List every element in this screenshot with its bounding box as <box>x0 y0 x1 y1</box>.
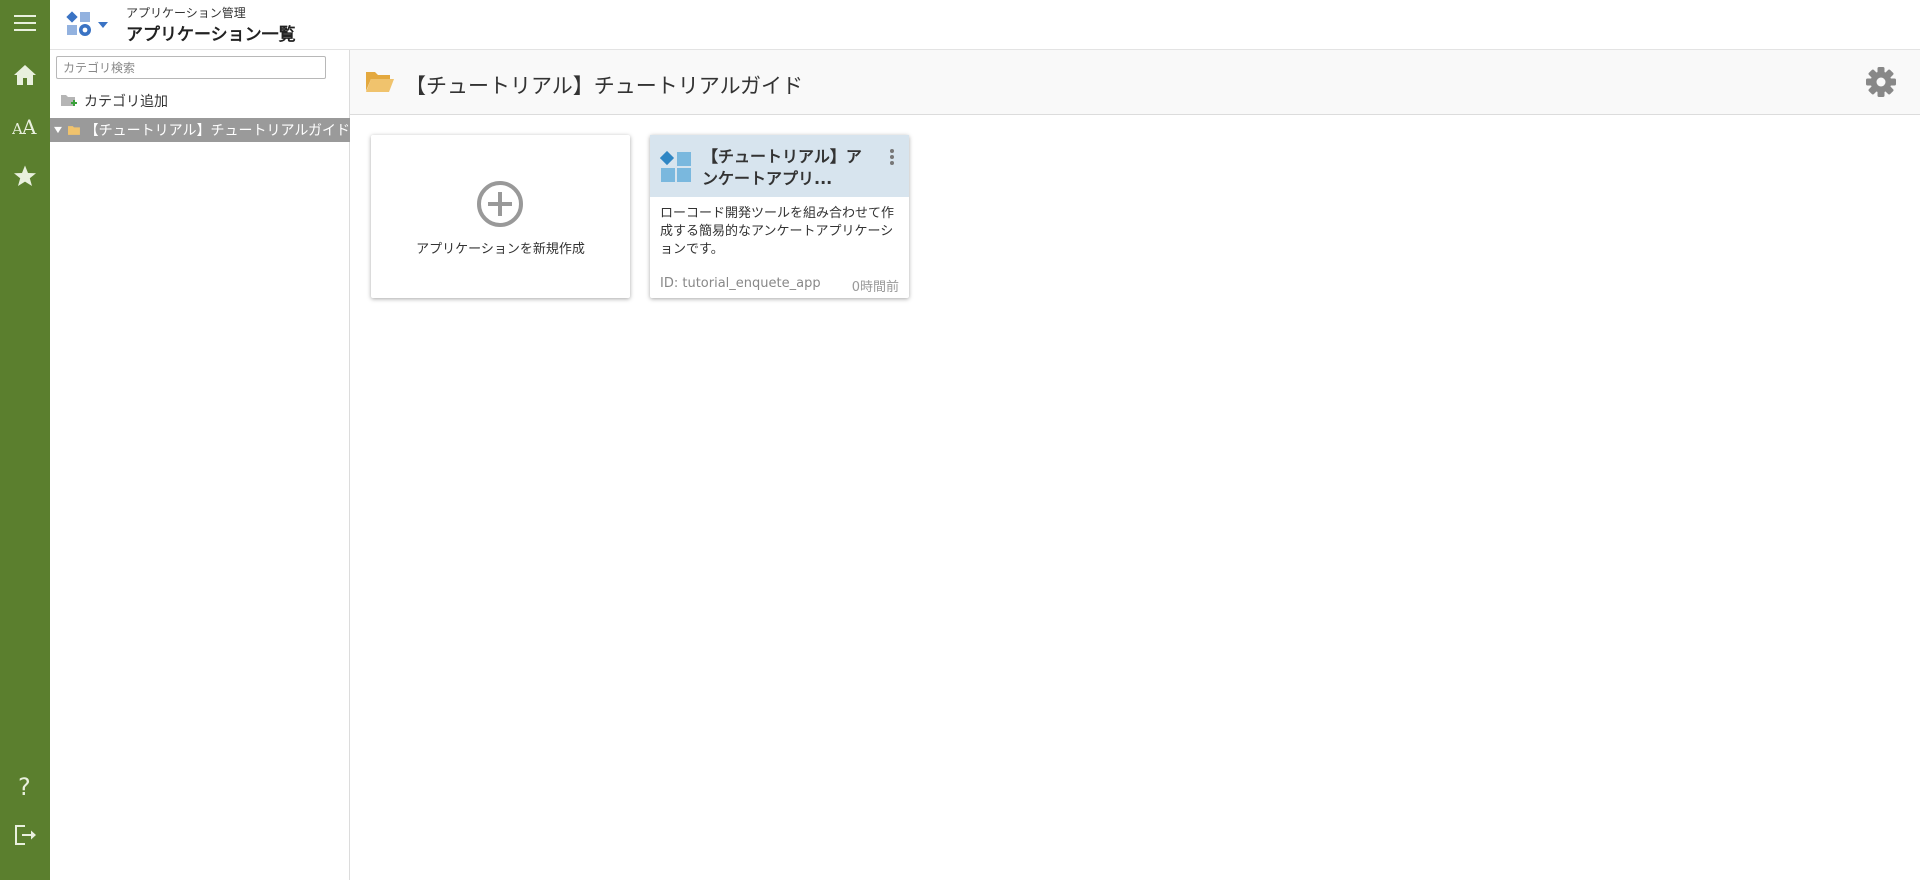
menu-button[interactable] <box>0 1 50 45</box>
application-description: ローコード開発ツールを組み合わせて作成する簡易的なアンケートアプリケーションです… <box>660 206 895 257</box>
category-panel: カテゴリ追加 【チュートリアル】チュートリアルガイド <box>50 50 350 880</box>
add-category-label: カテゴリ追加 <box>84 94 168 110</box>
logout-icon <box>15 825 36 845</box>
new-application-card[interactable]: アプリケーションを新規作成 <box>371 135 630 298</box>
more-vert-icon[interactable] <box>887 147 897 167</box>
gear-icon <box>1866 67 1896 97</box>
application-id: ID: tutorial_enquete_app <box>660 276 821 291</box>
application-card[interactable]: 【チュートリアル】アンケートアプリ... ローコード開発ツールを組み合わせて作成… <box>650 135 909 298</box>
category-title: 【チュートリアル】チュートリアルガイド <box>405 74 803 98</box>
add-category-button[interactable]: カテゴリ追加 <box>60 90 168 112</box>
menu-icon <box>14 15 36 31</box>
font-size-icon: AA <box>12 117 37 137</box>
application-updated-time: 0時間前 <box>851 280 899 295</box>
folder-add-icon <box>61 95 77 106</box>
application-icon <box>660 151 691 182</box>
settings-button[interactable] <box>1864 65 1898 99</box>
new-application-label: アプリケーションを新規作成 <box>416 242 585 257</box>
folder-open-icon <box>366 72 394 92</box>
home-icon <box>14 65 36 85</box>
application-card-header[interactable]: 【チュートリアル】アンケートアプリ... <box>650 135 909 197</box>
tree-node-tutorial[interactable]: 【チュートリアル】チュートリアルガイド <box>50 118 350 142</box>
application-name: 【チュートリアル】アンケートアプリ... <box>702 147 862 188</box>
main-area: 【チュートリアル】チュートリアルガイド アプリケーションを新規作成 【チュートリ… <box>350 50 1920 880</box>
left-rail: AA ? <box>0 0 50 880</box>
help-button[interactable]: ? <box>0 764 50 808</box>
help-icon: ? <box>18 773 31 799</box>
font-size-button[interactable]: AA <box>0 105 50 149</box>
svg-text:?: ? <box>18 773 31 799</box>
app-header: アプリケーション管理 アプリケーション一覧 <box>50 0 1920 50</box>
caret-down-icon[interactable] <box>54 126 62 134</box>
add-circle-icon <box>477 181 523 227</box>
app-management-icon <box>66 11 91 36</box>
favorites-button[interactable] <box>0 154 50 198</box>
app-switcher[interactable] <box>64 9 112 41</box>
header-subtitle: アプリケーション管理 <box>126 6 246 20</box>
home-button[interactable] <box>0 53 50 97</box>
category-header: 【チュートリアル】チュートリアルガイド <box>350 50 1920 115</box>
logout-button[interactable] <box>0 813 50 857</box>
star-icon <box>14 165 36 186</box>
page-title: アプリケーション一覧 <box>126 25 296 45</box>
svg-text:A: A <box>21 117 37 137</box>
folder-icon <box>67 125 80 135</box>
tree-node-label: 【チュートリアル】チュートリアルガイド <box>84 123 350 139</box>
chevron-down-icon <box>98 22 108 28</box>
category-search-input[interactable] <box>56 56 326 79</box>
